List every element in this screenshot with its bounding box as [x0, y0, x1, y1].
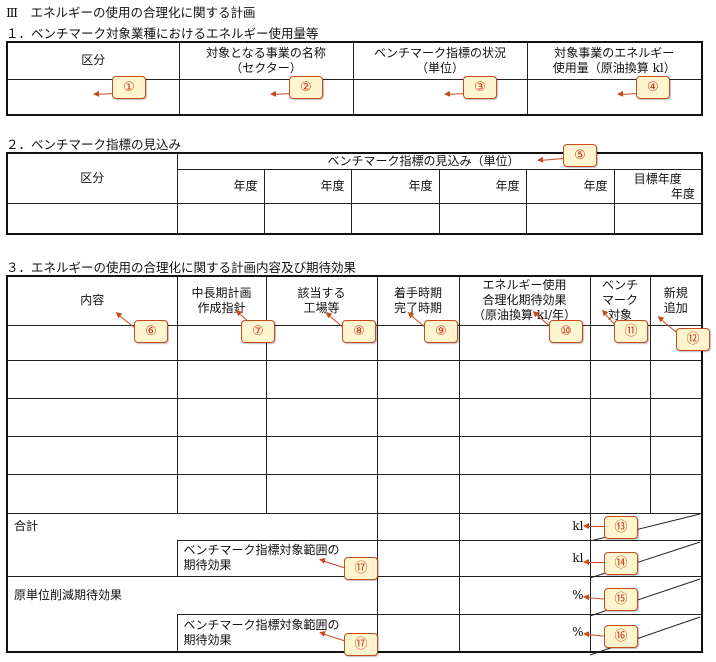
energy-usage-table: 区分 対象となる事業の名称 （セクター） ベンチマーク指標の状況 （単位） 対象事業… — [6, 41, 703, 116]
header-year-4: 年度 — [438, 169, 527, 204]
callout-14: ⑭ — [604, 552, 638, 575]
total-label: 合計 — [6, 512, 378, 540]
header-year-2: 年度 — [263, 169, 352, 204]
callout-15: ⑮ — [604, 588, 638, 611]
callout-12: ⑫ — [676, 328, 710, 351]
cell-year-1[interactable] — [176, 203, 265, 234]
callout-2: ② — [289, 76, 323, 99]
section3-heading: ３．エネルギーの使用の合理化に関する計画内容及び期待効果 — [6, 260, 357, 275]
cell-benchmark-status[interactable] — [352, 78, 528, 116]
cell-category[interactable] — [6, 203, 178, 234]
header-category: 区分 — [6, 152, 178, 204]
reduction-label: 原単位削減期待効果 — [6, 575, 378, 614]
table-row — [6, 473, 703, 514]
page-title: Ⅲ エネルギーの使用の合理化に関する計画 — [6, 5, 256, 20]
header-content: 内容 — [6, 275, 178, 326]
header-target-year: 目標年度 年度 — [613, 169, 703, 204]
cell-energy-usage[interactable] — [526, 78, 703, 116]
header-factory: 該当する 工場等 — [265, 275, 378, 326]
table-row — [6, 397, 703, 437]
cell-sector[interactable] — [178, 78, 354, 116]
header-category: 区分 — [6, 41, 180, 80]
callout-9: ⑨ — [424, 320, 458, 343]
callout-6: ⑥ — [134, 320, 168, 343]
cell-year-2[interactable] — [263, 203, 352, 234]
total-unit: kl — [458, 512, 591, 541]
cell-year-4[interactable] — [438, 203, 527, 234]
header-energy-usage: 対象事業のエネルギー 使用量（原油換算 kl） — [526, 41, 703, 80]
header-plan-guideline: 中長期計画 作成指針 — [176, 275, 267, 326]
header-year-1: 年度 — [176, 169, 265, 204]
header-sector: 対象となる事業の名称 （セクター） — [178, 41, 354, 80]
table-row — [6, 359, 703, 399]
callout-7: ⑦ — [241, 320, 275, 343]
header-benchmark-target: ベンチ マーク 対象 — [589, 275, 651, 326]
callout-3: ③ — [463, 76, 497, 99]
callout-8: ⑧ — [342, 320, 376, 343]
callout-17b: ⑰ — [344, 633, 378, 656]
callout-10: ⑩ — [549, 320, 583, 343]
section1-heading: １．ベンチマーク対象業種におけるエネルギー使用量等 — [6, 26, 319, 41]
header-expected-effect: エネルギー使用 合理化期待効果 （原油換算 kl/年） — [458, 275, 591, 326]
cell-year-5[interactable] — [525, 203, 615, 234]
callout-16: ⑯ — [604, 625, 638, 648]
callout-5: ⑤ — [563, 144, 597, 167]
total-bench-unit: kl — [458, 539, 591, 577]
header-benchmark-status: ベンチマーク指標の状況 （単位） — [352, 41, 528, 80]
header-forecast-span: ベンチマーク指標の見込み（単位） — [176, 152, 703, 170]
callout-1: ① — [112, 76, 146, 99]
table-row — [6, 435, 703, 475]
callout-4: ④ — [636, 76, 670, 99]
cell-year-3[interactable] — [350, 203, 440, 234]
header-year-3: 年度 — [350, 169, 440, 204]
callout-17: ⑰ — [344, 557, 378, 580]
callout-13: ⑬ — [604, 516, 638, 539]
benchmark-forecast-table: 区分 ベンチマーク指標の見込み（単位） 年度 年度 年度 年度 年度 目標年度年… — [6, 152, 704, 235]
section2-heading: ２．ベンチマーク指標の見込み — [6, 137, 182, 152]
reduction-bench-unit: % — [458, 613, 591, 653]
cell-target-year[interactable] — [613, 203, 703, 234]
header-year-5: 年度 — [525, 169, 615, 204]
reduction-unit: % — [458, 575, 591, 615]
callout-11: ⑪ — [614, 320, 648, 343]
header-timing: 着手時期 完了時期 — [376, 275, 460, 326]
